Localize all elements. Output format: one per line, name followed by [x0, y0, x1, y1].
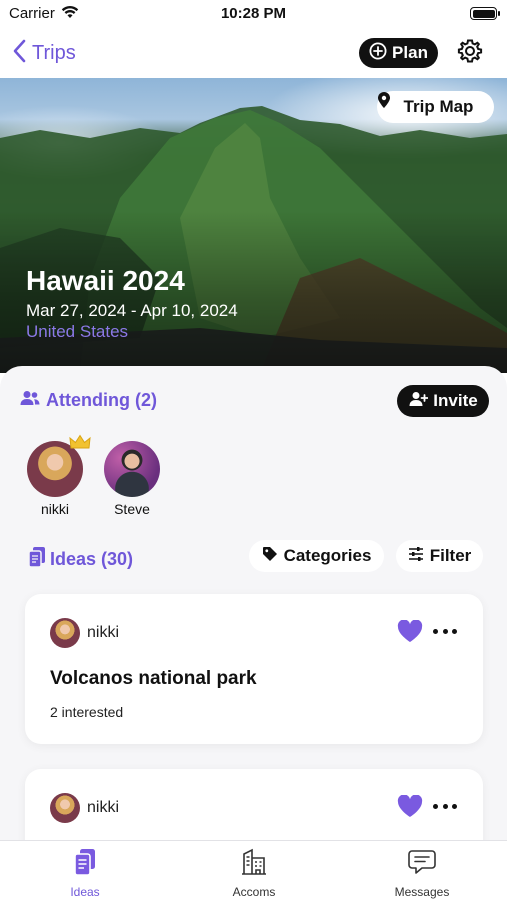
invite-button[interactable]: Invite	[397, 385, 489, 417]
status-bar: Carrier 10:28 PM	[0, 0, 507, 30]
ideas-icon	[28, 546, 46, 573]
tab-bar: Ideas Accoms Messages	[0, 840, 507, 900]
ideas-header: Ideas (30)	[28, 546, 133, 573]
categories-label: Categories	[283, 546, 372, 565]
avatar	[104, 441, 160, 497]
settings-button[interactable]	[455, 38, 485, 68]
trip-title: Hawaii 2024	[26, 265, 185, 296]
user-plus-icon	[408, 391, 429, 412]
idea-author: nikki	[87, 624, 120, 641]
tag-icon	[262, 546, 278, 567]
tab-ideas[interactable]: Ideas	[25, 847, 145, 899]
chevron-left-icon	[12, 39, 26, 68]
attendee-name: Steve	[114, 501, 150, 517]
categories-button[interactable]: Categories	[249, 540, 384, 572]
nav-bar: Trips Plan	[0, 30, 507, 78]
heart-icon[interactable]	[397, 619, 423, 648]
back-button[interactable]: Trips	[12, 38, 76, 68]
chat-icon	[362, 847, 482, 877]
plus-circle-icon	[369, 42, 387, 65]
more-options-button[interactable]	[433, 796, 457, 816]
crown-icon	[69, 434, 91, 455]
ideas-icon	[25, 847, 145, 877]
trip-map-label: Trip Map	[403, 97, 474, 116]
plan-label: Plan	[392, 43, 428, 62]
filter-label: Filter	[429, 546, 472, 565]
invite-label: Invite	[433, 391, 478, 410]
sliders-icon	[408, 546, 424, 566]
gear-icon	[457, 38, 483, 69]
idea-card[interactable]: nikki	[25, 769, 483, 840]
building-icon	[194, 847, 314, 877]
avatar	[27, 434, 91, 497]
tab-messages[interactable]: Messages	[362, 847, 482, 899]
tab-label: Accoms	[232, 885, 276, 899]
avatar	[50, 618, 80, 648]
attending-label: Attending (2)	[46, 390, 157, 410]
filter-button[interactable]: Filter	[396, 540, 483, 572]
avatar	[50, 793, 80, 823]
idea-author: nikki	[87, 799, 120, 816]
attendee-nikki[interactable]: nikki	[20, 434, 91, 517]
content-sheet: Attending (2) Invite nikki Steve Ideas (…	[0, 366, 507, 840]
attendee-steve[interactable]: Steve	[97, 441, 167, 517]
users-icon	[20, 390, 40, 411]
idea-interested-count: 2 interested	[50, 704, 124, 720]
attending-header: Attending (2)	[20, 390, 157, 411]
idea-title: Volcanos national park	[50, 668, 257, 689]
plan-button[interactable]: Plan	[359, 38, 438, 68]
hero-image: Trip Map Hawaii 2024 Mar 27, 2024 - Apr …	[0, 78, 507, 373]
more-options-button[interactable]	[433, 621, 457, 641]
tab-accoms[interactable]: Accoms	[194, 847, 314, 899]
clock: 10:28 PM	[220, 5, 287, 22]
heart-icon[interactable]	[397, 794, 423, 823]
trip-map-button[interactable]: Trip Map	[377, 91, 494, 123]
tab-label: Messages	[394, 885, 450, 899]
tab-label: Ideas	[70, 885, 100, 899]
trip-dates: Mar 27, 2024 - Apr 10, 2024	[26, 301, 238, 320]
ideas-label: Ideas (30)	[50, 549, 134, 569]
back-label: Trips	[32, 41, 76, 64]
trip-country[interactable]: United States	[26, 322, 128, 342]
idea-card[interactable]: nikki Volcanos national park 2 intereste…	[25, 594, 483, 744]
attendee-name: nikki	[40, 501, 69, 517]
battery-icon	[470, 7, 500, 20]
